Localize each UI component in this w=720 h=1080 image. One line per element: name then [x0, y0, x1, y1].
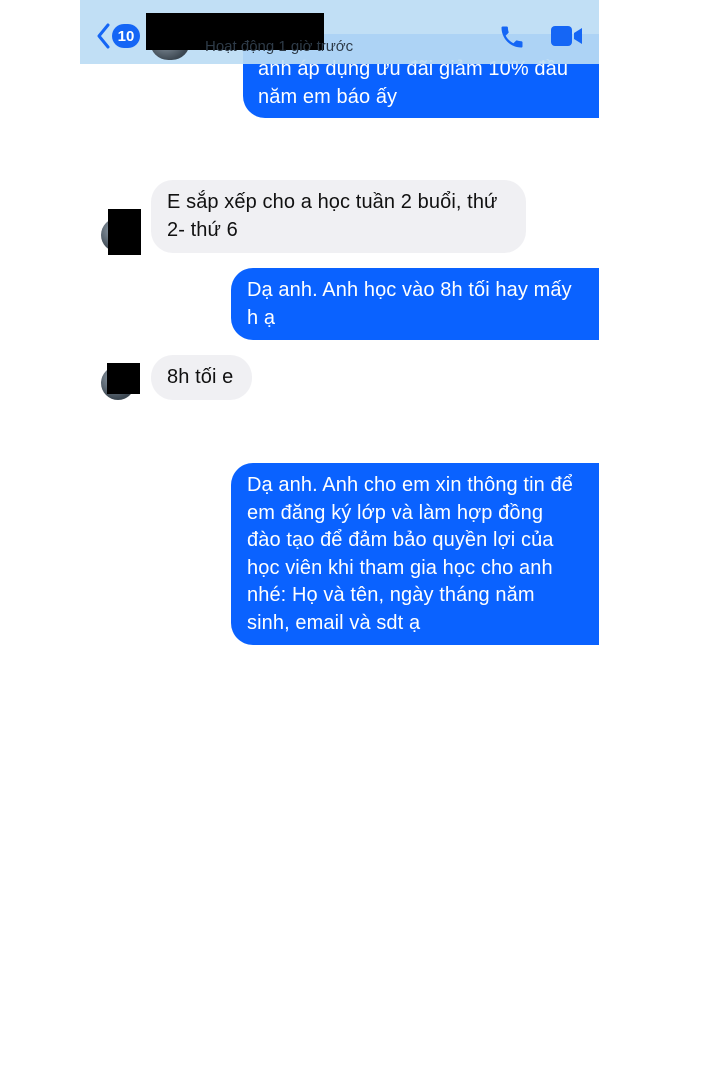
message-line: đào tạo để đảm bảo quyền lợi của: [247, 529, 554, 551]
redaction-box: [108, 209, 141, 255]
chat-screen: anh áp dụng ưu đãi giảm 10% đầu năm em b…: [0, 0, 720, 1080]
redaction-box: [107, 363, 140, 394]
video-camera-icon[interactable]: [550, 24, 584, 48]
message-outgoing[interactable]: Dạ anh. Anh học vào 8h tối hay mấy h ạ: [231, 268, 599, 340]
back-button[interactable]: 10: [96, 20, 144, 52]
active-status: Hoạt động 1 giờ trước: [205, 38, 354, 55]
message-outgoing[interactable]: Dạ anh. Anh cho em xin thông tin để em đ…: [231, 463, 599, 645]
chevron-left-icon: [97, 23, 110, 49]
message-line: em đăng ký lớp và làm hợp đồng: [247, 501, 544, 524]
message-incoming[interactable]: 8h tối e: [151, 355, 252, 400]
message-line: năm em báo ấy: [258, 85, 398, 108]
message-incoming[interactable]: E sắp xếp cho a học tuần 2 buổi, thứ 2- …: [151, 180, 526, 253]
message-line: Dạ anh. Anh cho em xin thông tin để: [247, 474, 573, 496]
phone-icon[interactable]: [498, 23, 526, 51]
unread-count-badge: 10: [112, 24, 140, 48]
message-line: Dạ anh. Anh học vào 8h tối hay mấy: [247, 279, 572, 301]
message-line: h ạ: [247, 306, 276, 329]
message-line: 8h tối e: [167, 366, 234, 388]
chat-header: 10 Hoạt động 1 giờ trước: [80, 0, 599, 64]
message-line: 2- thứ 6: [167, 218, 238, 241]
message-line: học viên khi tham gia học cho anh: [247, 556, 553, 579]
message-line: E sắp xếp cho a học tuần 2 buổi, thứ: [167, 191, 498, 213]
message-line: sinh, email và sdt ạ: [247, 611, 421, 634]
message-line: nhé: Họ và tên, ngày tháng năm: [247, 584, 535, 606]
